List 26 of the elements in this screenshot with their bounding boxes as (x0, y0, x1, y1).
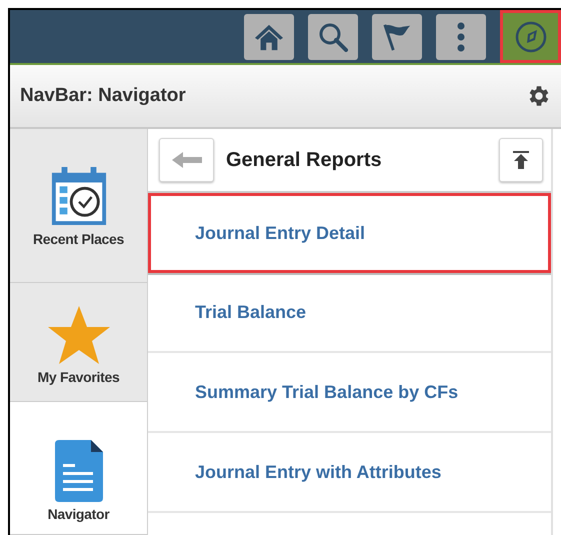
menu-item[interactable]: Summary Trial Balance by CFs (148, 353, 551, 433)
more-button[interactable] (436, 14, 486, 60)
navigator-button[interactable] (500, 10, 561, 63)
star-icon (48, 304, 110, 365)
document-icon (54, 440, 102, 502)
sidebar-item[interactable]: Recent Places (10, 129, 147, 284)
panel-title: General Reports (226, 148, 382, 172)
search-button[interactable] (308, 14, 358, 60)
compass-icon (514, 20, 546, 52)
window-title: NavBar: Navigator (20, 85, 186, 107)
sidebar-item[interactable]: My Favorites (10, 283, 147, 402)
menu-item[interactable]: Journal Entry with Attributes (148, 433, 551, 513)
scroll-top-button[interactable] (499, 138, 543, 182)
home-button[interactable] (244, 14, 294, 60)
home-icon (253, 22, 285, 50)
search-icon (318, 22, 348, 52)
menu-item[interactable]: Journal Entry Detail (148, 193, 551, 273)
sidebar-item[interactable]: Navigator (10, 402, 147, 535)
back-button[interactable] (159, 138, 214, 182)
menu-item[interactable]: Trial Balance (148, 273, 551, 353)
left-arrow-icon (172, 152, 202, 168)
more-icon (456, 22, 466, 52)
calendar-clock-icon (50, 165, 108, 228)
flag-icon (382, 22, 412, 52)
flag-button[interactable] (372, 14, 422, 60)
upload-arrow-icon (513, 151, 529, 169)
